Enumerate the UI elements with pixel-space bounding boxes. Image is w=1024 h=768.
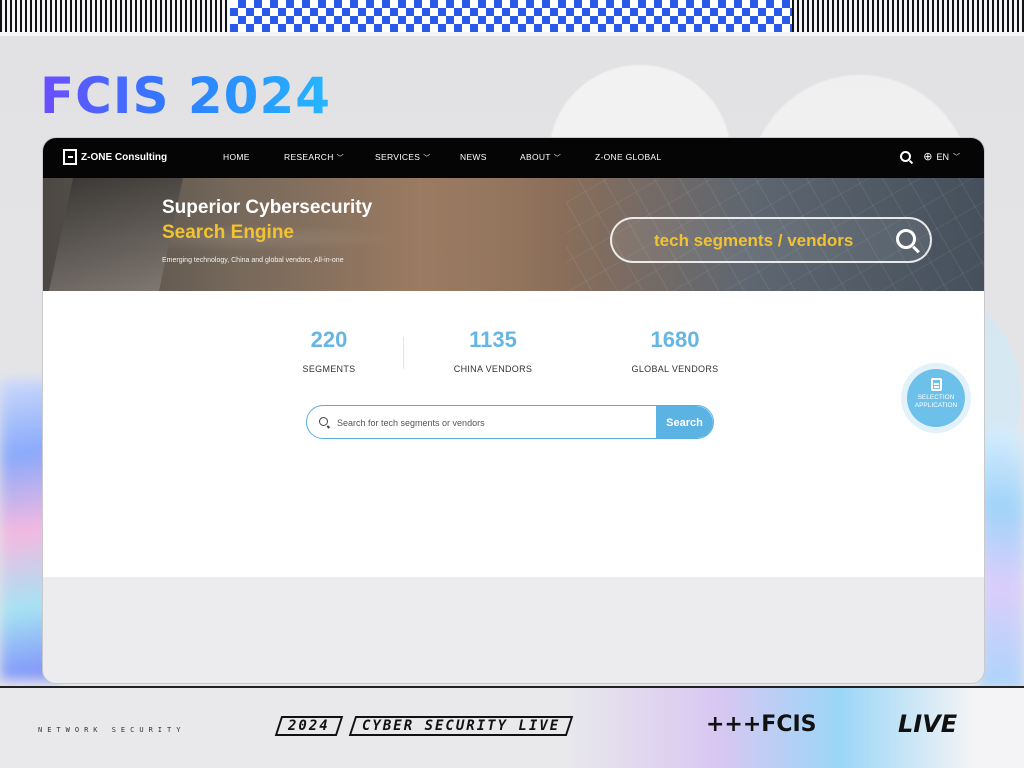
nav-item-home[interactable]: HOME — [223, 152, 250, 162]
stat-segments: 220 SEGMENTS — [299, 327, 359, 374]
language-selector[interactable]: EN — [936, 152, 949, 162]
site-brand[interactable]: Z-ONE Consulting — [63, 149, 167, 165]
top-checker-pattern — [230, 0, 792, 32]
stat-china-vendors: 1135 CHINA VENDORS — [445, 327, 541, 374]
search-input[interactable] — [337, 413, 647, 433]
chevron-down-icon: ﹀ — [953, 153, 960, 161]
stat-value: 1680 — [650, 327, 700, 352]
nav-right-tools: ⊕ EN ﹀ — [888, 150, 960, 163]
brand-name: Z-ONE Consulting — [81, 151, 168, 163]
nav-item-services[interactable]: SERVICES ﹀ — [375, 152, 431, 163]
stat-label: SEGMENTS — [302, 364, 356, 374]
search-icon[interactable] — [896, 229, 916, 249]
nav-item-z-one-global[interactable]: Z-ONE GLOBAL — [595, 152, 661, 162]
fcis-2024-logo: FCIS 2024 — [40, 67, 332, 125]
hero-banner: Superior Cybersecurity Search Engine Eme… — [43, 178, 984, 291]
hero-search-text: tech segments / vendors — [654, 231, 854, 250]
search-icon — [319, 417, 328, 426]
nav-item-research[interactable]: RESEARCH ﹀ — [284, 152, 344, 163]
slide-footer: NETWORK SECURITY 2024 CYBER SECURITY LIV… — [0, 686, 1024, 768]
stat-value: 220 — [310, 327, 348, 352]
holographic-accent-right — [979, 430, 1024, 690]
hero-title-line1: Superior Cybersecurity — [162, 197, 373, 218]
globe-icon[interactable]: ⊕ — [923, 150, 932, 163]
edit-document-icon — [930, 378, 942, 391]
nav-item-news[interactable]: NEWS — [460, 152, 487, 162]
brand-logo-icon — [63, 149, 77, 165]
hero-subtitle: Emerging technology, China and global ve… — [162, 257, 344, 264]
top-checker-bar — [0, 0, 1024, 36]
stat-global-vendors: 1680 GLOBAL VENDORS — [625, 327, 725, 374]
fcis-logo: +++FCIS — [706, 712, 817, 737]
hero-title-line2: Search Engine — [162, 222, 294, 243]
live-logo: LIVE — [898, 710, 958, 738]
top-stripes-right — [792, 0, 1024, 32]
search-bar: Search — [306, 405, 714, 439]
main-content: 220 SEGMENTS 1135 CHINA VENDORS 1680 GLO… — [43, 291, 984, 577]
stat-value: 1135 — [469, 327, 517, 352]
search-icon[interactable] — [900, 151, 912, 162]
chevron-down-icon: ﹀ — [553, 155, 562, 162]
stat-label: GLOBAL VENDORS — [631, 364, 719, 374]
stat-divider — [403, 337, 404, 369]
footer-tagline-box: CYBER SECURITY LIVE — [348, 716, 574, 736]
top-stripes-left — [0, 0, 230, 32]
stat-label: CHINA VENDORS — [453, 364, 533, 374]
search-button[interactable]: Search — [656, 406, 713, 438]
footer-small-text: NETWORK SECURITY — [38, 726, 186, 734]
nav-item-about[interactable]: ABOUT ﹀ — [520, 152, 561, 163]
float-label-line2: APPLICATION — [914, 402, 958, 409]
selection-application-button[interactable]: SELECTION APPLICATION — [907, 369, 965, 427]
chevron-down-icon: ﹀ — [423, 155, 431, 162]
hero-search-pill[interactable]: tech segments / vendors — [610, 217, 932, 263]
website-screenshot: Z-ONE Consulting HOME RESEARCH ﹀ SERVICES… — [42, 137, 985, 684]
footer-year-box: 2024 — [274, 716, 343, 736]
site-navbar: Z-ONE Consulting HOME RESEARCH ﹀ SERVICES… — [43, 138, 984, 178]
chevron-down-icon: ﹀ — [336, 155, 344, 162]
float-label-line1: SELECTION — [917, 394, 955, 401]
